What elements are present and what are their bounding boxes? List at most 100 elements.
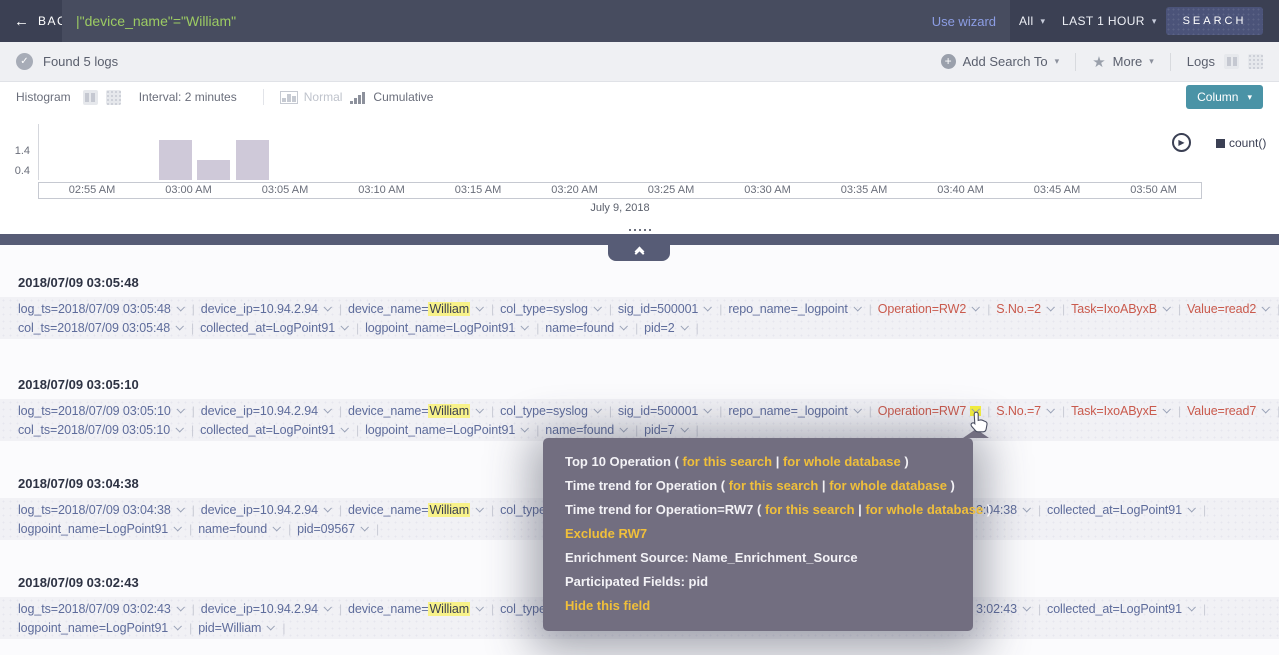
- field-dropdown-caret[interactable]: [852, 406, 863, 416]
- log-field[interactable]: collected_at=LogPoint91: [1047, 503, 1197, 517]
- field-dropdown-caret[interactable]: [618, 323, 629, 333]
- field-dropdown-caret[interactable]: [1045, 406, 1056, 416]
- field-dropdown-caret[interactable]: [175, 604, 186, 614]
- field-dropdown-caret[interactable]: [322, 505, 333, 515]
- log-field[interactable]: name=found: [545, 423, 629, 437]
- log-field[interactable]: pid=09567: [297, 522, 370, 536]
- collapse-histogram-tab[interactable]: [608, 245, 670, 261]
- log-field[interactable]: col_type: [500, 602, 546, 616]
- field-dropdown-caret[interactable]: [339, 323, 350, 333]
- log-field[interactable]: name=found: [545, 321, 629, 335]
- popup-link[interactable]: for whole database: [783, 454, 901, 469]
- field-dropdown-caret[interactable]: [271, 524, 282, 534]
- log-field[interactable]: Operation=RW7: [878, 404, 981, 418]
- field-dropdown-caret[interactable]: [592, 406, 603, 416]
- log-field[interactable]: pid=2: [644, 321, 689, 335]
- log-field[interactable]: Value=read2: [1187, 302, 1271, 316]
- field-dropdown-caret[interactable]: [359, 524, 370, 534]
- log-field[interactable]: repo_name=_logpoint: [728, 302, 862, 316]
- popup-link[interactable]: Hide this field: [565, 598, 650, 613]
- log-field[interactable]: pid=William: [198, 621, 276, 635]
- field-dropdown-caret[interactable]: [474, 304, 485, 314]
- log-field[interactable]: device_name=William: [348, 602, 485, 616]
- field-dropdown-caret[interactable]: [175, 505, 186, 515]
- field-dropdown-caret[interactable]: [172, 623, 183, 633]
- field-dropdown-caret[interactable]: [174, 425, 185, 435]
- field-dropdown-caret[interactable]: [1186, 505, 1197, 515]
- log-field[interactable]: device_ip=10.94.2.94: [201, 602, 333, 616]
- field-dropdown-caret[interactable]: [1260, 406, 1271, 416]
- log-field[interactable]: logpoint_name=LogPoint91: [18, 621, 183, 635]
- popup-link[interactable]: for this search: [729, 478, 819, 493]
- field-dropdown-caret[interactable]: [702, 304, 713, 314]
- log-field[interactable]: collected_at=LogPoint91: [1047, 602, 1197, 616]
- log-field[interactable]: Value=read7: [1187, 404, 1271, 418]
- log-field[interactable]: Task=IxoAByxE: [1071, 404, 1172, 418]
- field-dropdown-caret[interactable]: [322, 406, 333, 416]
- log-field[interactable]: S.No.=7: [996, 404, 1056, 418]
- field-dropdown-caret[interactable]: [519, 425, 530, 435]
- field-dropdown-caret[interactable]: [1021, 604, 1032, 614]
- field-dropdown-caret[interactable]: [172, 524, 183, 534]
- field-dropdown-caret[interactable]: [322, 304, 333, 314]
- field-dropdown-caret[interactable]: [175, 304, 186, 314]
- popup-link[interactable]: for this search: [765, 502, 855, 517]
- log-field[interactable]: log_ts=2018/07/09 03:02:43: [18, 602, 186, 616]
- popup-link[interactable]: for whole database: [829, 478, 947, 493]
- field-dropdown-caret[interactable]: [339, 425, 350, 435]
- popup-link[interactable]: for whole database: [865, 502, 983, 517]
- popup-link[interactable]: for this search: [683, 454, 773, 469]
- field-dropdown-caret[interactable]: [618, 425, 629, 435]
- log-field[interactable]: device_name=William: [348, 503, 485, 517]
- field-dropdown-caret[interactable]: [592, 304, 603, 314]
- log-field[interactable]: col_ts=2018/07/09 03:05:48: [18, 321, 185, 335]
- log-field[interactable]: device_ip=10.94.2.94: [201, 503, 333, 517]
- log-field[interactable]: log_ts=2018/07/09 03:05:48: [18, 302, 186, 316]
- field-dropdown-caret[interactable]: [1186, 604, 1197, 614]
- field-dropdown-caret[interactable]: [175, 406, 186, 416]
- field-dropdown-caret[interactable]: [852, 304, 863, 314]
- field-dropdown-caret[interactable]: [970, 406, 981, 416]
- log-field[interactable]: device_ip=10.94.2.94: [201, 404, 333, 418]
- field-dropdown-caret[interactable]: [1045, 304, 1056, 314]
- field-dropdown-caret[interactable]: [474, 604, 485, 614]
- log-field[interactable]: col_ts=2018/07/09 03:05:10: [18, 423, 185, 437]
- field-dropdown-caret[interactable]: [1161, 304, 1172, 314]
- log-field[interactable]: col_type: [500, 503, 546, 517]
- field-dropdown-caret[interactable]: [519, 323, 530, 333]
- log-field[interactable]: device_name=William: [348, 302, 485, 316]
- field-dropdown-caret[interactable]: [1021, 505, 1032, 515]
- log-field[interactable]: collected_at=LogPoint91: [200, 423, 350, 437]
- log-field[interactable]: logpoint_name=LogPoint91: [365, 423, 530, 437]
- log-field[interactable]: log_ts=2018/07/09 03:04:38: [18, 503, 186, 517]
- log-field[interactable]: pid=7: [644, 423, 689, 437]
- field-dropdown-caret[interactable]: [474, 505, 485, 515]
- log-field[interactable]: device_ip=10.94.2.94: [201, 302, 333, 316]
- log-field[interactable]: Task=IxoAByxB: [1071, 302, 1172, 316]
- log-field[interactable]: log_ts=2018/07/09 03:05:10: [18, 404, 186, 418]
- field-dropdown-caret[interactable]: [702, 406, 713, 416]
- field-dropdown-caret[interactable]: [1161, 406, 1172, 416]
- log-field[interactable]: col_type=syslog: [500, 302, 603, 316]
- popup-link[interactable]: Exclude RW7: [565, 526, 647, 541]
- log-field[interactable]: name=found: [198, 522, 282, 536]
- field-dropdown-caret[interactable]: [174, 323, 185, 333]
- log-field[interactable]: sig_id=500001: [618, 404, 713, 418]
- field-dropdown-caret[interactable]: [970, 304, 981, 314]
- field-dropdown-caret[interactable]: [474, 406, 485, 416]
- log-field[interactable]: repo_name=_logpoint: [728, 404, 862, 418]
- log-field[interactable]: logpoint_name=LogPoint91: [365, 321, 530, 335]
- field-dropdown-caret[interactable]: [1260, 304, 1271, 314]
- log-field[interactable]: 3:02:43: [976, 602, 1032, 616]
- field-dropdown-caret[interactable]: [679, 425, 690, 435]
- log-field[interactable]: collected_at=LogPoint91: [200, 321, 350, 335]
- log-field[interactable]: logpoint_name=LogPoint91: [18, 522, 183, 536]
- field-dropdown-caret[interactable]: [679, 323, 690, 333]
- field-dropdown-caret[interactable]: [265, 623, 276, 633]
- log-field[interactable]: device_name=William: [348, 404, 485, 418]
- field-dropdown-caret[interactable]: [322, 604, 333, 614]
- log-field[interactable]: sig_id=500001: [618, 302, 713, 316]
- log-field[interactable]: S.No.=2: [996, 302, 1056, 316]
- log-field[interactable]: Operation=RW2: [878, 302, 981, 316]
- log-field[interactable]: col_type=syslog: [500, 404, 603, 418]
